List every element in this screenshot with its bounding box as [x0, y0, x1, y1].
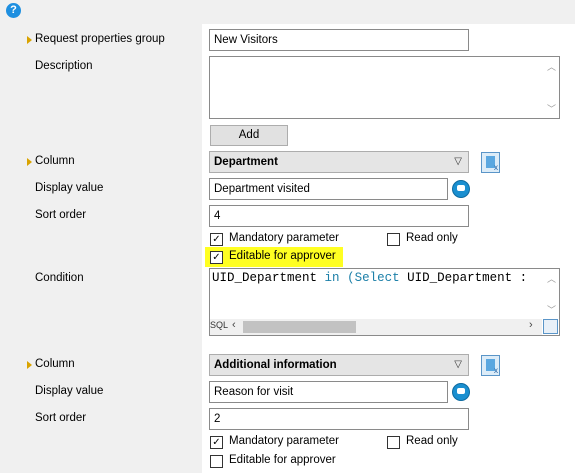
column-select-value: Additional information	[214, 359, 337, 371]
required-marker-icon	[27, 158, 32, 166]
mandatory-checkbox[interactable]: ✓	[210, 233, 223, 246]
editable-checkbox[interactable]	[210, 455, 223, 468]
sort-order-input[interactable]: 4	[209, 205, 469, 227]
display-value-label: Display value	[35, 182, 104, 194]
help-icon[interactable]: ?	[6, 3, 21, 18]
mandatory-checkbox[interactable]: ✓	[210, 436, 223, 449]
scroll-up-icon[interactable]: ︿	[547, 272, 556, 285]
sort-order-label: Sort order	[35, 209, 87, 221]
top-bar	[0, 0, 575, 24]
display-value-input[interactable]: Reason for visit	[209, 381, 448, 403]
scroll-down-icon[interactable]: ﹀	[547, 303, 556, 316]
column-select[interactable]: Additional information ▽	[209, 354, 469, 376]
editable-checkbox[interactable]: ✓	[210, 251, 223, 264]
scroll-down-icon[interactable]: ﹀	[547, 102, 556, 115]
readonly-label: Read only	[406, 232, 458, 244]
sql-label: SQL	[210, 320, 229, 330]
request-group-label: Request properties group	[35, 33, 165, 45]
chevron-down-icon: ▽	[454, 359, 462, 370]
scroll-left-icon[interactable]: ‹	[232, 319, 236, 331]
readonly-checkbox[interactable]	[387, 436, 400, 449]
description-label: Description	[35, 60, 93, 72]
horizontal-scrollbar[interactable]: SQL ‹ ›	[210, 319, 542, 335]
column-edit-icon[interactable]: x	[481, 355, 500, 376]
request-group-input[interactable]: New Visitors	[209, 29, 469, 51]
mandatory-label: Mandatory parameter	[229, 232, 339, 244]
condition-label: Condition	[35, 272, 84, 284]
translate-icon[interactable]	[452, 180, 470, 198]
chevron-down-icon: ▽	[454, 156, 462, 167]
label-panel	[0, 24, 202, 473]
scrollbar-thumb[interactable]	[243, 321, 356, 333]
expand-editor-icon[interactable]	[543, 319, 558, 334]
sort-order-input[interactable]: 2	[209, 408, 469, 430]
translate-icon[interactable]	[452, 383, 470, 401]
scroll-up-icon[interactable]: ︿	[547, 60, 556, 73]
add-button[interactable]: Add	[210, 125, 288, 146]
editable-label: Editable for approver	[229, 250, 336, 262]
column-label: Column	[35, 155, 75, 167]
display-value-input[interactable]: Department visited	[209, 178, 448, 200]
mandatory-label: Mandatory parameter	[229, 435, 339, 447]
column-select[interactable]: Department ▽	[209, 151, 469, 173]
condition-editor[interactable]: UID_Department in (Select UID_Department…	[209, 268, 560, 336]
condition-code: UID_Department in (Select UID_Department…	[212, 271, 528, 285]
column-select-value: Department	[214, 156, 278, 168]
display-value-label: Display value	[35, 385, 104, 397]
sort-order-label: Sort order	[35, 412, 87, 424]
description-textarea[interactable]: ︿ ﹀	[209, 56, 560, 119]
editable-label: Editable for approver	[229, 454, 336, 466]
scroll-right-icon[interactable]: ›	[529, 319, 533, 331]
column-label: Column	[35, 358, 75, 370]
required-marker-icon	[27, 36, 32, 44]
required-marker-icon	[27, 361, 32, 369]
column-edit-icon[interactable]: x	[481, 152, 500, 173]
readonly-checkbox[interactable]	[387, 233, 400, 246]
readonly-label: Read only	[406, 435, 458, 447]
